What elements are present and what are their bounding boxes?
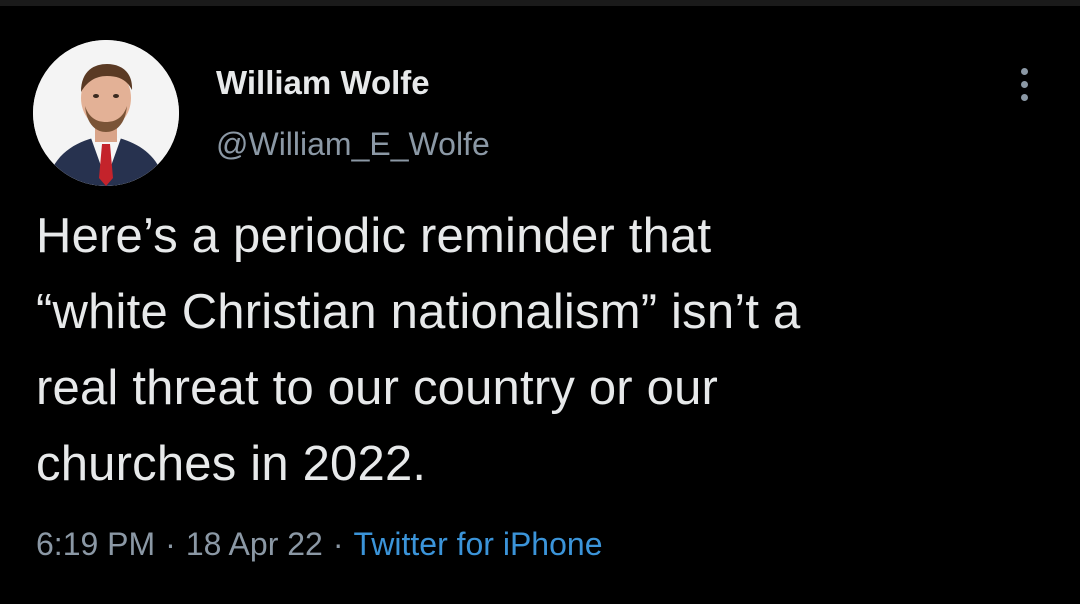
separator-dot: · [332, 526, 344, 562]
tweet-time[interactable]: 6:19 PM [36, 526, 155, 562]
top-divider [0, 0, 1080, 6]
separator-dot: · [165, 526, 176, 562]
more-dot [1020, 80, 1028, 88]
tweet-text-line: “white Christian nationalism” isn’t a [36, 285, 801, 339]
tweet-source-link[interactable]: Twitter for iPhone [353, 526, 602, 562]
avatar[interactable] [33, 40, 179, 186]
more-dot [1020, 67, 1028, 75]
tweet-text-line: churches in 2022. [36, 437, 427, 491]
more-vertical-icon[interactable] [1006, 62, 1042, 106]
tweet-text-line: Here’s a periodic reminder that [36, 209, 712, 263]
tweet-date[interactable]: 18 Apr 22 [186, 526, 323, 562]
author-display-name[interactable]: William Wolfe [216, 64, 430, 102]
more-dot [1020, 93, 1028, 101]
tweet-text-line: real threat to our country or our [36, 361, 719, 415]
avatar-image [33, 40, 179, 186]
tweet-text: Here’s a periodic reminder that “white C… [36, 198, 1046, 502]
author-handle[interactable]: @William_E_Wolfe [216, 126, 490, 163]
tweet-metadata: 6:19 PM · 18 Apr 22 · Twitter for iPhone [36, 526, 602, 563]
